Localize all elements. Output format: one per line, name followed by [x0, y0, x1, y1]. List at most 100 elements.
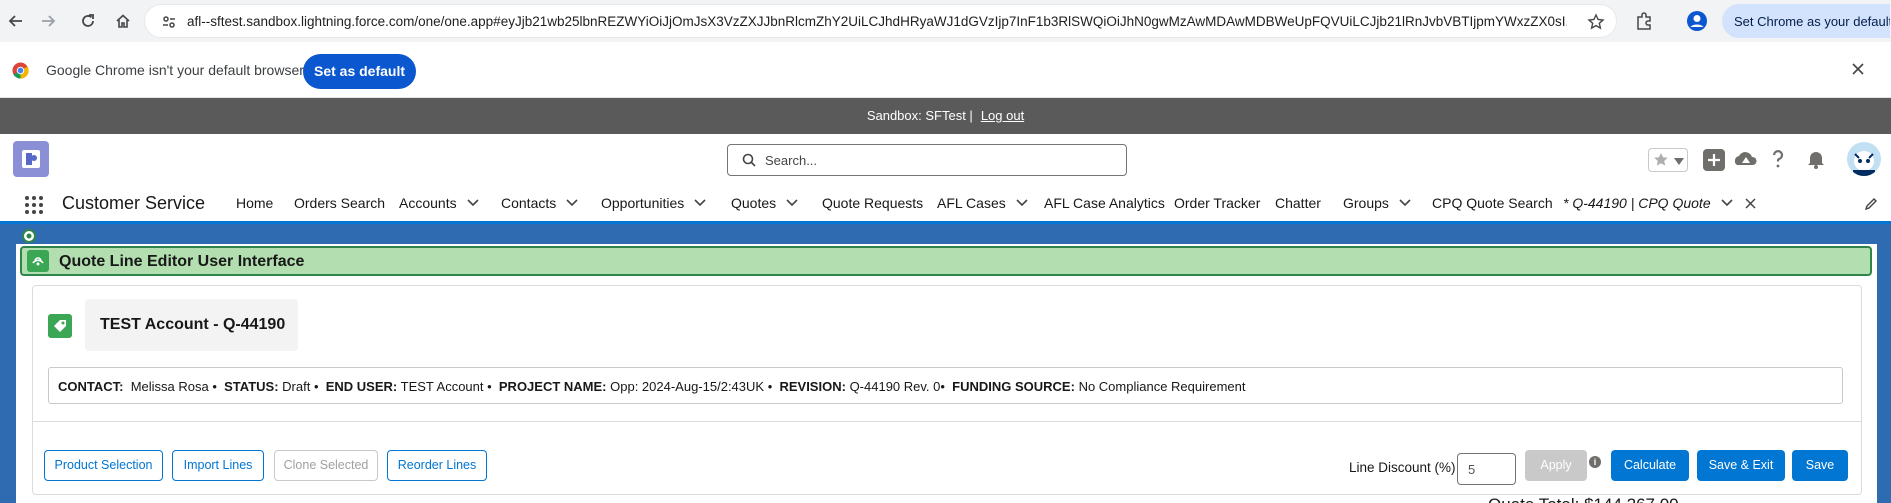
global-search-input[interactable]: Search...: [727, 144, 1127, 176]
address-bar[interactable]: afl--sftest.sandbox.lightning.force.com/…: [144, 4, 1617, 38]
nav-afl-cases-label: AFL Cases: [937, 195, 1006, 211]
reorder-lines-button[interactable]: Reorder Lines: [387, 450, 487, 481]
nav-groups[interactable]: Groups: [1343, 195, 1411, 211]
clone-selected-button[interactable]: Clone Selected: [274, 450, 378, 481]
contact-label: CONTACT:: [58, 379, 124, 394]
nav-quote-requests[interactable]: Quote Requests: [822, 195, 923, 211]
app-launcher-icon[interactable]: [24, 195, 44, 215]
chevron-down-icon[interactable]: [467, 199, 479, 207]
nav-quotes[interactable]: Quotes: [731, 195, 798, 211]
close-icon[interactable]: [1850, 61, 1866, 77]
nav-orders-search-label: Orders Search: [294, 195, 386, 211]
nav-cpq-quote-search-label: CPQ Quote Search: [1432, 195, 1553, 211]
nav-opportunities[interactable]: Opportunities: [601, 195, 706, 211]
info-icon[interactable]: i: [1589, 456, 1601, 468]
nav-contacts-label: Contacts: [501, 195, 557, 211]
search-placeholder: Search...: [765, 153, 818, 168]
revision-value: Q-44190 Rev. 0: [849, 379, 941, 394]
target-icon: [22, 229, 36, 243]
search-icon: [742, 153, 756, 167]
chevron-down-icon[interactable]: [566, 199, 578, 207]
project-name-value: Opp: 2024-Aug-15/2:43UK: [610, 379, 765, 394]
url-text[interactable]: afl--sftest.sandbox.lightning.force.com/…: [187, 14, 1567, 29]
nav-groups-label: Groups: [1343, 195, 1389, 211]
product-selection-button[interactable]: Product Selection: [44, 450, 163, 481]
set-chrome-default-button[interactable]: Set Chrome as your default: [1722, 4, 1890, 38]
profile-icon[interactable]: [1686, 10, 1708, 32]
save-button[interactable]: Save: [1792, 450, 1848, 481]
quote-line-editor-banner: Quote Line Editor User Interface: [20, 246, 1872, 276]
sandbox-bar: Sandbox: SFTest | Log out: [0, 98, 1891, 134]
quote-total: Quote Total: $144,267.00: [1488, 495, 1679, 503]
back-arrow-icon[interactable]: [4, 9, 28, 33]
edit-nav-pencil-icon[interactable]: [1864, 197, 1878, 211]
global-actions-icon[interactable]: [1703, 149, 1725, 171]
browser-toolbar: afl--sftest.sandbox.lightning.force.com/…: [0, 0, 1891, 42]
save-and-exit-button[interactable]: Save & Exit: [1697, 450, 1785, 481]
global-header: Search...: [0, 134, 1891, 184]
nav-afl-case-analytics[interactable]: AFL Case Analytics: [1044, 195, 1165, 211]
avatar[interactable]: [1847, 142, 1881, 176]
nav-cpq-quote-search[interactable]: CPQ Quote Search: [1432, 195, 1553, 211]
help-icon[interactable]: [1767, 148, 1789, 170]
favorites-button[interactable]: [1648, 148, 1688, 172]
chevron-down-icon[interactable]: [1721, 199, 1733, 207]
nav-quote-requests-label: Quote Requests: [822, 195, 924, 211]
apply-button[interactable]: Apply: [1525, 450, 1587, 481]
nav-orders-search[interactable]: Orders Search: [294, 195, 385, 211]
set-as-default-button[interactable]: Set as default: [303, 54, 416, 89]
tab-q-44190-cpq-quote[interactable]: * Q-44190 | CPQ Quote: [1563, 195, 1756, 211]
quote-record-icon: [48, 314, 72, 338]
revision-label: REVISION:: [779, 379, 846, 394]
contact-value: Melissa Rosa: [130, 379, 209, 394]
logout-link[interactable]: Log out: [981, 108, 1024, 123]
active-tab-label: * Q-44190 | CPQ Quote: [1563, 195, 1711, 211]
site-info-icon[interactable]: [161, 14, 177, 30]
chevron-down-icon[interactable]: [1399, 199, 1411, 207]
chrome-logo-icon: [12, 62, 29, 79]
nav-chatter[interactable]: Chatter: [1275, 195, 1321, 211]
trailhead-icon[interactable]: [1734, 148, 1758, 172]
line-discount-input[interactable]: 5: [1457, 453, 1516, 485]
nav-afl-case-analytics-label: AFL Case Analytics: [1044, 195, 1165, 211]
end-user-label: END USER:: [325, 379, 398, 394]
nav-afl-cases[interactable]: AFL Cases: [937, 195, 1028, 211]
chevron-down-icon[interactable]: [786, 199, 798, 207]
bell-icon[interactable]: [1806, 149, 1826, 169]
bookmark-star-icon[interactable]: [1587, 13, 1605, 31]
home-icon[interactable]: [111, 9, 135, 33]
record-title: TEST Account - Q-44190: [100, 316, 286, 333]
nav-accounts[interactable]: Accounts: [399, 195, 479, 211]
star-icon: [1654, 153, 1668, 166]
sandbox-label: Sandbox: SFTest |: [866, 108, 973, 123]
calculate-button[interactable]: Calculate: [1611, 450, 1689, 481]
funding-source-value: No Compliance Requirement: [1078, 379, 1246, 394]
nav-order-tracker[interactable]: Order Tracker: [1174, 195, 1260, 211]
record-title-box: TEST Account - Q-44190: [85, 299, 298, 351]
line-discount-label: Line Discount (%): [1349, 460, 1456, 475]
nav-chatter-label: Chatter: [1275, 195, 1321, 211]
funding-source-label: FUNDING SOURCE:: [952, 379, 1075, 394]
org-logo-icon[interactable]: [13, 141, 49, 177]
nav-quotes-label: Quotes: [731, 195, 777, 211]
nav-accounts-label: Accounts: [399, 195, 457, 211]
nav-opportunities-label: Opportunities: [601, 195, 685, 211]
project-name-label: PROJECT NAME:: [498, 379, 607, 394]
status-label: STATUS:: [224, 379, 279, 394]
section-divider: [32, 421, 1862, 422]
import-lines-button[interactable]: Import Lines: [172, 450, 264, 481]
close-tab-icon[interactable]: [1745, 197, 1756, 209]
nav-home-label: Home: [236, 195, 274, 211]
nav-order-tracker-label: Order Tracker: [1174, 195, 1261, 211]
nav-home[interactable]: Home: [236, 195, 273, 211]
lightning-component-icon: [27, 250, 49, 272]
reload-icon[interactable]: [76, 9, 100, 33]
forward-arrow-icon[interactable]: [36, 9, 60, 33]
extensions-icon[interactable]: [1634, 11, 1654, 31]
status-value: Draft: [282, 379, 311, 394]
chevron-down-icon[interactable]: [694, 199, 706, 207]
banner-title: Quote Line Editor User Interface: [59, 253, 305, 270]
infobar-message: Google Chrome isn't your default browser: [46, 62, 304, 78]
chevron-down-icon[interactable]: [1016, 199, 1028, 207]
nav-contacts[interactable]: Contacts: [501, 195, 578, 211]
